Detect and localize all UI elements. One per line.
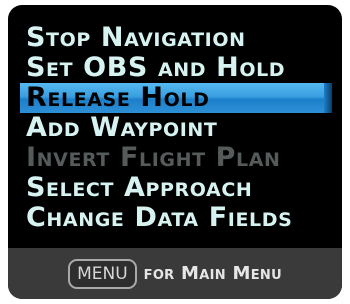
menu-item-release-hold[interactable]: Release Hold bbox=[20, 83, 332, 113]
menu-item-invert-flight-plan: Invert Flight Plan bbox=[26, 142, 281, 173]
menu-item-select-approach[interactable]: Select Approach bbox=[8, 173, 342, 203]
menu-key-button[interactable]: MENU bbox=[68, 258, 137, 289]
menu-item-add-waypoint[interactable]: Add Waypoint bbox=[8, 113, 342, 143]
page-menu-list: Stop Navigation Set OBS and Hold Release… bbox=[8, 23, 342, 233]
page-menu-panel: Stop Navigation Set OBS and Hold Release… bbox=[8, 5, 342, 299]
menu-footer: MENU for Main Menu bbox=[8, 248, 342, 299]
menu-item-stop-navigation[interactable]: Stop Navigation bbox=[8, 23, 342, 53]
menu-item-change-data-fields[interactable]: Change Data Fields bbox=[8, 203, 342, 233]
menu-item-set-obs-and-hold[interactable]: Set OBS and Hold bbox=[8, 53, 342, 83]
footer-hint-text: for Main Menu bbox=[143, 263, 282, 284]
